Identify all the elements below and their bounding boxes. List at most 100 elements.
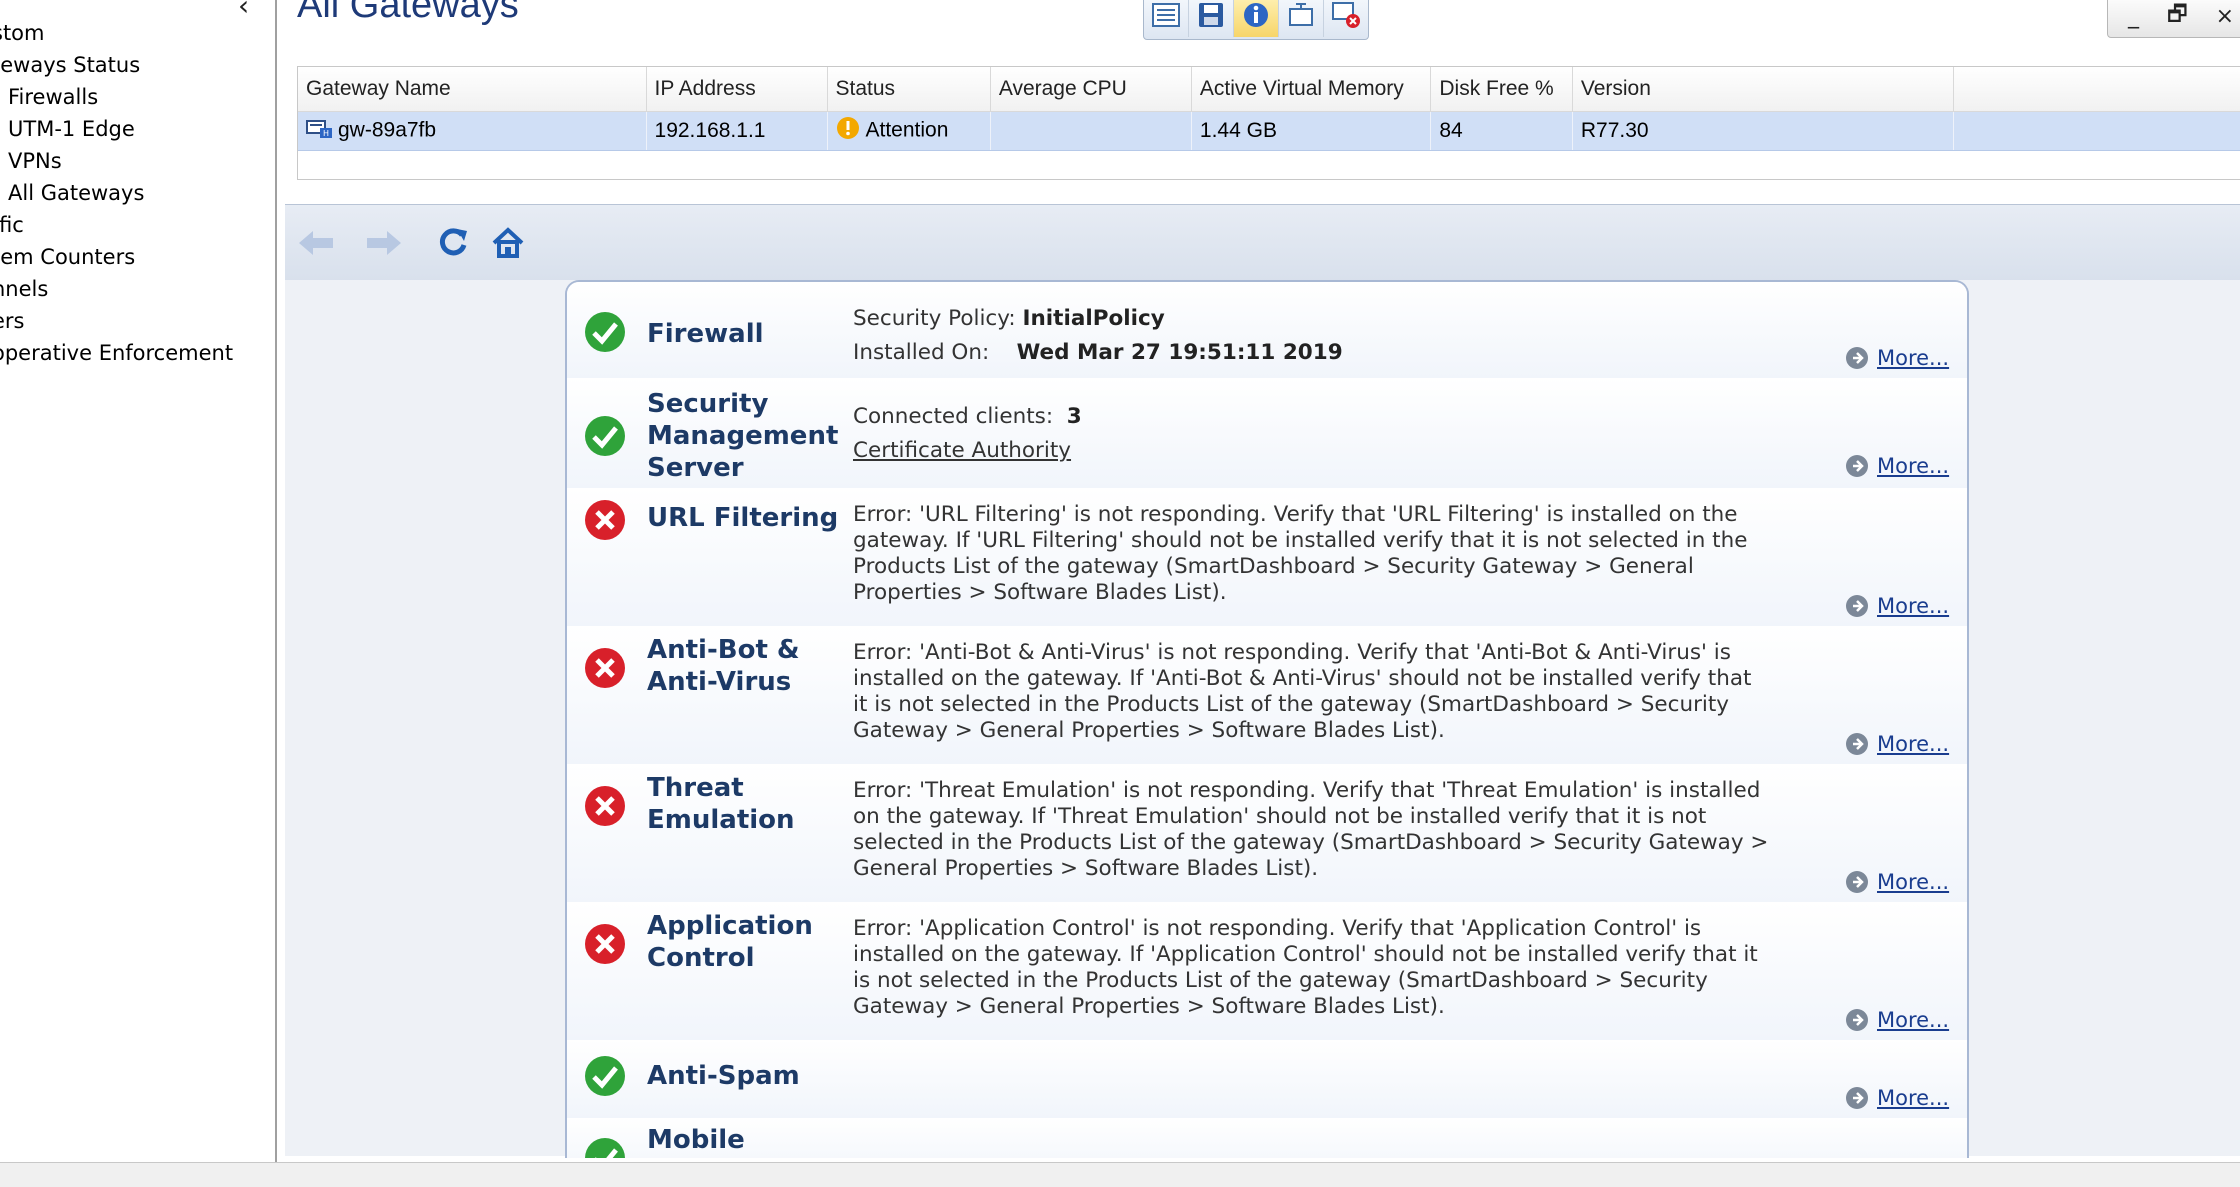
refresh-icon[interactable] — [435, 225, 471, 265]
tree-item-users[interactable]: ers — [0, 305, 233, 337]
blade-error-message: Error: 'Threat Emulation' is not respond… — [853, 778, 1853, 882]
svg-text:H: H — [323, 129, 329, 138]
cell-active-virtual-memory[interactable]: 1.44 GB — [1191, 111, 1432, 151]
blade-name: Anti-Bot & Anti-Virus — [647, 634, 847, 698]
more-link-text: More... — [1877, 1086, 1950, 1110]
more-arrow-icon — [1846, 455, 1868, 477]
blade-name: URL Filtering — [647, 503, 839, 533]
more-arrow-icon — [1846, 733, 1868, 755]
blade-name-line: Application — [647, 911, 813, 941]
cell-ip-address[interactable]: 192.168.1.1 — [646, 111, 828, 151]
clients-label: Connected clients: — [853, 404, 1054, 429]
message-line: Error: 'Threat Emulation' is not respond… — [853, 778, 1761, 803]
cell-version[interactable]: R77.30 — [1572, 111, 1954, 151]
blade-row-threat-emulation: Threat Emulation Error: 'Threat Emulatio… — [567, 764, 1967, 904]
column-header-gateway-name[interactable]: Gateway Name — [298, 67, 647, 112]
blade-name-line: Emulation — [647, 805, 795, 835]
more-link[interactable]: More... — [1845, 870, 1949, 894]
blade-row-url-filtering: URL Filtering Error: 'URL Filtering' is … — [567, 488, 1967, 628]
more-link[interactable]: More... — [1845, 732, 1949, 756]
tree-item-traffic[interactable]: ffic — [0, 209, 233, 241]
tree-item-gateways-status[interactable]: teways Status — [0, 49, 233, 81]
blade-name: Anti-Spam — [647, 1061, 800, 1091]
installed-value: Wed Mar 27 19:51:11 2019 — [1016, 340, 1343, 365]
main-pane: All Gateways _ 🗗 × Gateway Name IP Addre — [277, 0, 2240, 1162]
tree-item-cooperative-enforcement[interactable]: operative Enforcement — [0, 337, 233, 369]
close-button[interactable]: × — [2216, 4, 2234, 29]
cell-gateway-name[interactable]: H gw-89a7fb — [298, 111, 647, 151]
blade-name: Security Management Server — [647, 388, 847, 484]
more-link-text: More... — [1877, 732, 1950, 756]
column-header-disk-free[interactable]: Disk Free % — [1430, 67, 1573, 112]
message-line: installed on the gateway. If 'Anti-Bot &… — [853, 666, 1752, 691]
blade-row-security-management-server: Security Management Server Connected cli… — [567, 378, 1967, 490]
more-link[interactable]: More... — [1845, 594, 1949, 618]
blade-info: Security Policy: InitialPolicy Installed… — [853, 306, 1853, 366]
blade-name-line: Anti-Bot & — [647, 635, 800, 665]
blade-name: Threat Emulation — [647, 772, 847, 836]
error-icon — [585, 500, 625, 540]
remove-icon[interactable] — [1324, 0, 1368, 37]
message-line: Error: 'Application Control' is not resp… — [853, 916, 1702, 941]
blade-name: Mobile — [647, 1125, 745, 1155]
info-icon[interactable] — [1234, 0, 1279, 37]
message-line: installed on the gateway. If 'Applicatio… — [853, 942, 1758, 967]
tree-item-utm-edge[interactable]: UTM-1 Edge — [8, 113, 233, 145]
message-line: Gateway > General Properties > Software … — [853, 718, 1445, 743]
collapse-pane-icon[interactable]: ‹ — [238, 0, 249, 20]
window-controls: _ 🗗 × — [2107, 0, 2240, 38]
tree-item-vpns[interactable]: VPNs — [8, 145, 233, 177]
column-header-status[interactable]: Status — [827, 67, 991, 112]
gateway-icon: H — [306, 117, 334, 145]
tree-item-custom[interactable]: stom — [0, 17, 233, 49]
blade-row-anti-bot-anti-virus: Anti-Bot & Anti-Virus Error: 'Anti-Bot &… — [567, 626, 1967, 766]
restore-button[interactable]: 🗗 — [2167, 0, 2188, 35]
more-link[interactable]: More... — [1845, 1008, 1949, 1032]
more-link[interactable]: More... — [1845, 1086, 1949, 1110]
minimize-button[interactable]: _ — [2128, 4, 2139, 29]
blade-error-message: Error: 'Application Control' is not resp… — [853, 916, 1853, 1020]
more-link-text: More... — [1877, 1008, 1950, 1032]
more-link-text: More... — [1877, 870, 1950, 894]
tree-item-firewalls[interactable]: Firewalls — [8, 81, 233, 113]
blade-name-line: Management — [647, 421, 839, 451]
column-header-ip-address[interactable]: IP Address — [646, 67, 828, 112]
home-icon[interactable] — [490, 225, 526, 265]
ok-icon — [585, 1138, 625, 1158]
tree-item-system-counters[interactable]: tem Counters — [0, 241, 233, 273]
blade-name-line: Anti-Virus — [647, 667, 792, 697]
message-line: Gateway > General Properties > Software … — [853, 994, 1445, 1019]
error-icon — [585, 924, 625, 964]
error-icon — [585, 648, 625, 688]
more-link-text: More... — [1877, 594, 1950, 618]
tree-item-all-gateways[interactable]: All Gateways — [8, 177, 233, 209]
message-line: on the gateway. If 'Threat Emulation' sh… — [853, 804, 1707, 829]
cell-disk-free[interactable]: 84 — [1430, 111, 1573, 151]
tree-item-tunnels[interactable]: nnels — [0, 273, 233, 305]
message-line: it is not selected in the Products List … — [853, 692, 1730, 717]
blade-row-anti-spam: Anti-Spam More... — [567, 1040, 1967, 1120]
tree-view-icon[interactable] — [1279, 0, 1324, 37]
column-header-version[interactable]: Version — [1572, 67, 1954, 112]
blade-name-line: Security — [647, 389, 769, 419]
table-header-row: Gateway Name IP Address Status Average C… — [298, 67, 2240, 112]
cell-average-cpu[interactable] — [990, 111, 1192, 151]
blade-error-message: Error: 'URL Filtering' is not responding… — [853, 502, 1853, 606]
save-icon[interactable] — [1189, 0, 1234, 37]
column-header-active-virtual-memory[interactable]: Active Virtual Memory — [1191, 67, 1432, 112]
table-row[interactable]: H gw-89a7fb 192.168.1.1 Attention 1.44 G… — [298, 111, 2240, 151]
navigation-tree: ‹ stom teways Status Firewalls UTM-1 Edg… — [0, 0, 277, 1162]
forward-icon[interactable] — [363, 225, 405, 265]
page-title: All Gateways — [297, 0, 519, 26]
back-icon[interactable] — [295, 225, 337, 265]
more-link[interactable]: More... — [1845, 346, 1949, 370]
attention-icon — [836, 116, 860, 146]
message-line: selected in the Products List of the gat… — [853, 830, 1769, 855]
column-header-average-cpu[interactable]: Average CPU — [990, 67, 1192, 112]
blade-row-application-control: Application Control Error: 'Application … — [567, 902, 1967, 1042]
more-link[interactable]: More... — [1845, 454, 1949, 478]
ok-icon — [585, 416, 625, 456]
certificate-authority-link[interactable]: Certificate Authority — [853, 438, 1071, 463]
list-view-icon[interactable] — [1144, 0, 1189, 37]
cell-status[interactable]: Attention — [827, 111, 991, 151]
